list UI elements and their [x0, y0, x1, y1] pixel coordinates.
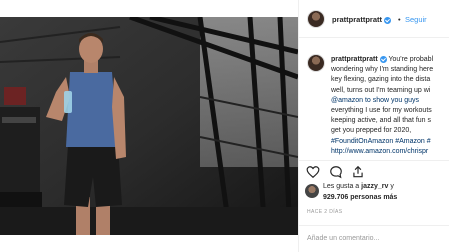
author-username-text[interactable]: prattprattpratt	[332, 15, 382, 24]
top-margin	[0, 0, 298, 17]
caption-line: well, turns out I'm teaming up wi	[331, 86, 431, 94]
mention-link[interactable]: @amazon to show you guys	[331, 96, 448, 106]
share-icon[interactable]	[351, 165, 365, 179]
hashtag-links[interactable]: #FounditOnAmazon #Amazon #	[331, 137, 448, 147]
follow-button[interactable]: Seguir	[405, 15, 427, 24]
likes-line-1: Les gusta a jazzy_rv y	[323, 183, 394, 190]
author-avatar[interactable]	[307, 10, 325, 28]
bottom-margin	[0, 235, 298, 252]
post-side-panel: prattprattpratt • Seguir prattprattpratt…	[298, 0, 449, 252]
comment-input[interactable]: Añade un comentario...	[307, 235, 379, 242]
gym-scene-illustration	[0, 17, 298, 235]
instagram-post: prattprattpratt • Seguir prattprattpratt…	[0, 0, 449, 252]
liker-avatar[interactable]	[305, 184, 319, 198]
comment-bubble-icon[interactable]	[329, 165, 343, 179]
verified-badge-icon	[384, 16, 392, 24]
caption-username[interactable]: prattprattpratt	[331, 56, 378, 63]
caption-line: keeping active, and all that fun s	[331, 117, 432, 125]
separator-dot: •	[398, 15, 401, 24]
likes-count[interactable]: 929.706 personas más	[323, 194, 397, 201]
post-header: prattprattpratt • Seguir	[299, 0, 449, 38]
author-username[interactable]: prattprattpratt	[332, 15, 392, 24]
likes-line-2[interactable]: 929.706 personas más	[323, 194, 397, 201]
liker-username[interactable]: jazzy_rv	[361, 183, 388, 190]
caption-line: prattprattpratt You're probabl	[331, 55, 448, 65]
comment-box[interactable]: Añade un comentario...	[299, 225, 449, 252]
likes-prefix: Les gusta a	[323, 183, 360, 190]
caption-line: wondering why I'm standing here	[331, 66, 434, 74]
caption-text: You're probabl	[388, 56, 434, 63]
post-actions	[299, 160, 449, 180]
caption-avatar[interactable]	[307, 54, 325, 72]
post-caption: prattprattpratt You're probabl wondering…	[331, 55, 448, 157]
post-timestamp[interactable]: HACE 2 DÍAS	[307, 209, 343, 215]
url-link[interactable]: http://www.amazon.com/chrispr	[331, 147, 448, 157]
caption-line: everything I use for my workouts	[331, 106, 432, 114]
verified-badge-icon	[379, 55, 387, 63]
like-heart-icon[interactable]	[306, 165, 320, 179]
caption-line: get you prepped for 2020,	[331, 127, 412, 135]
post-photo[interactable]	[0, 17, 298, 235]
likes-conj: y	[390, 183, 394, 190]
caption-line: key flexing, gazing into the dista	[331, 76, 431, 84]
